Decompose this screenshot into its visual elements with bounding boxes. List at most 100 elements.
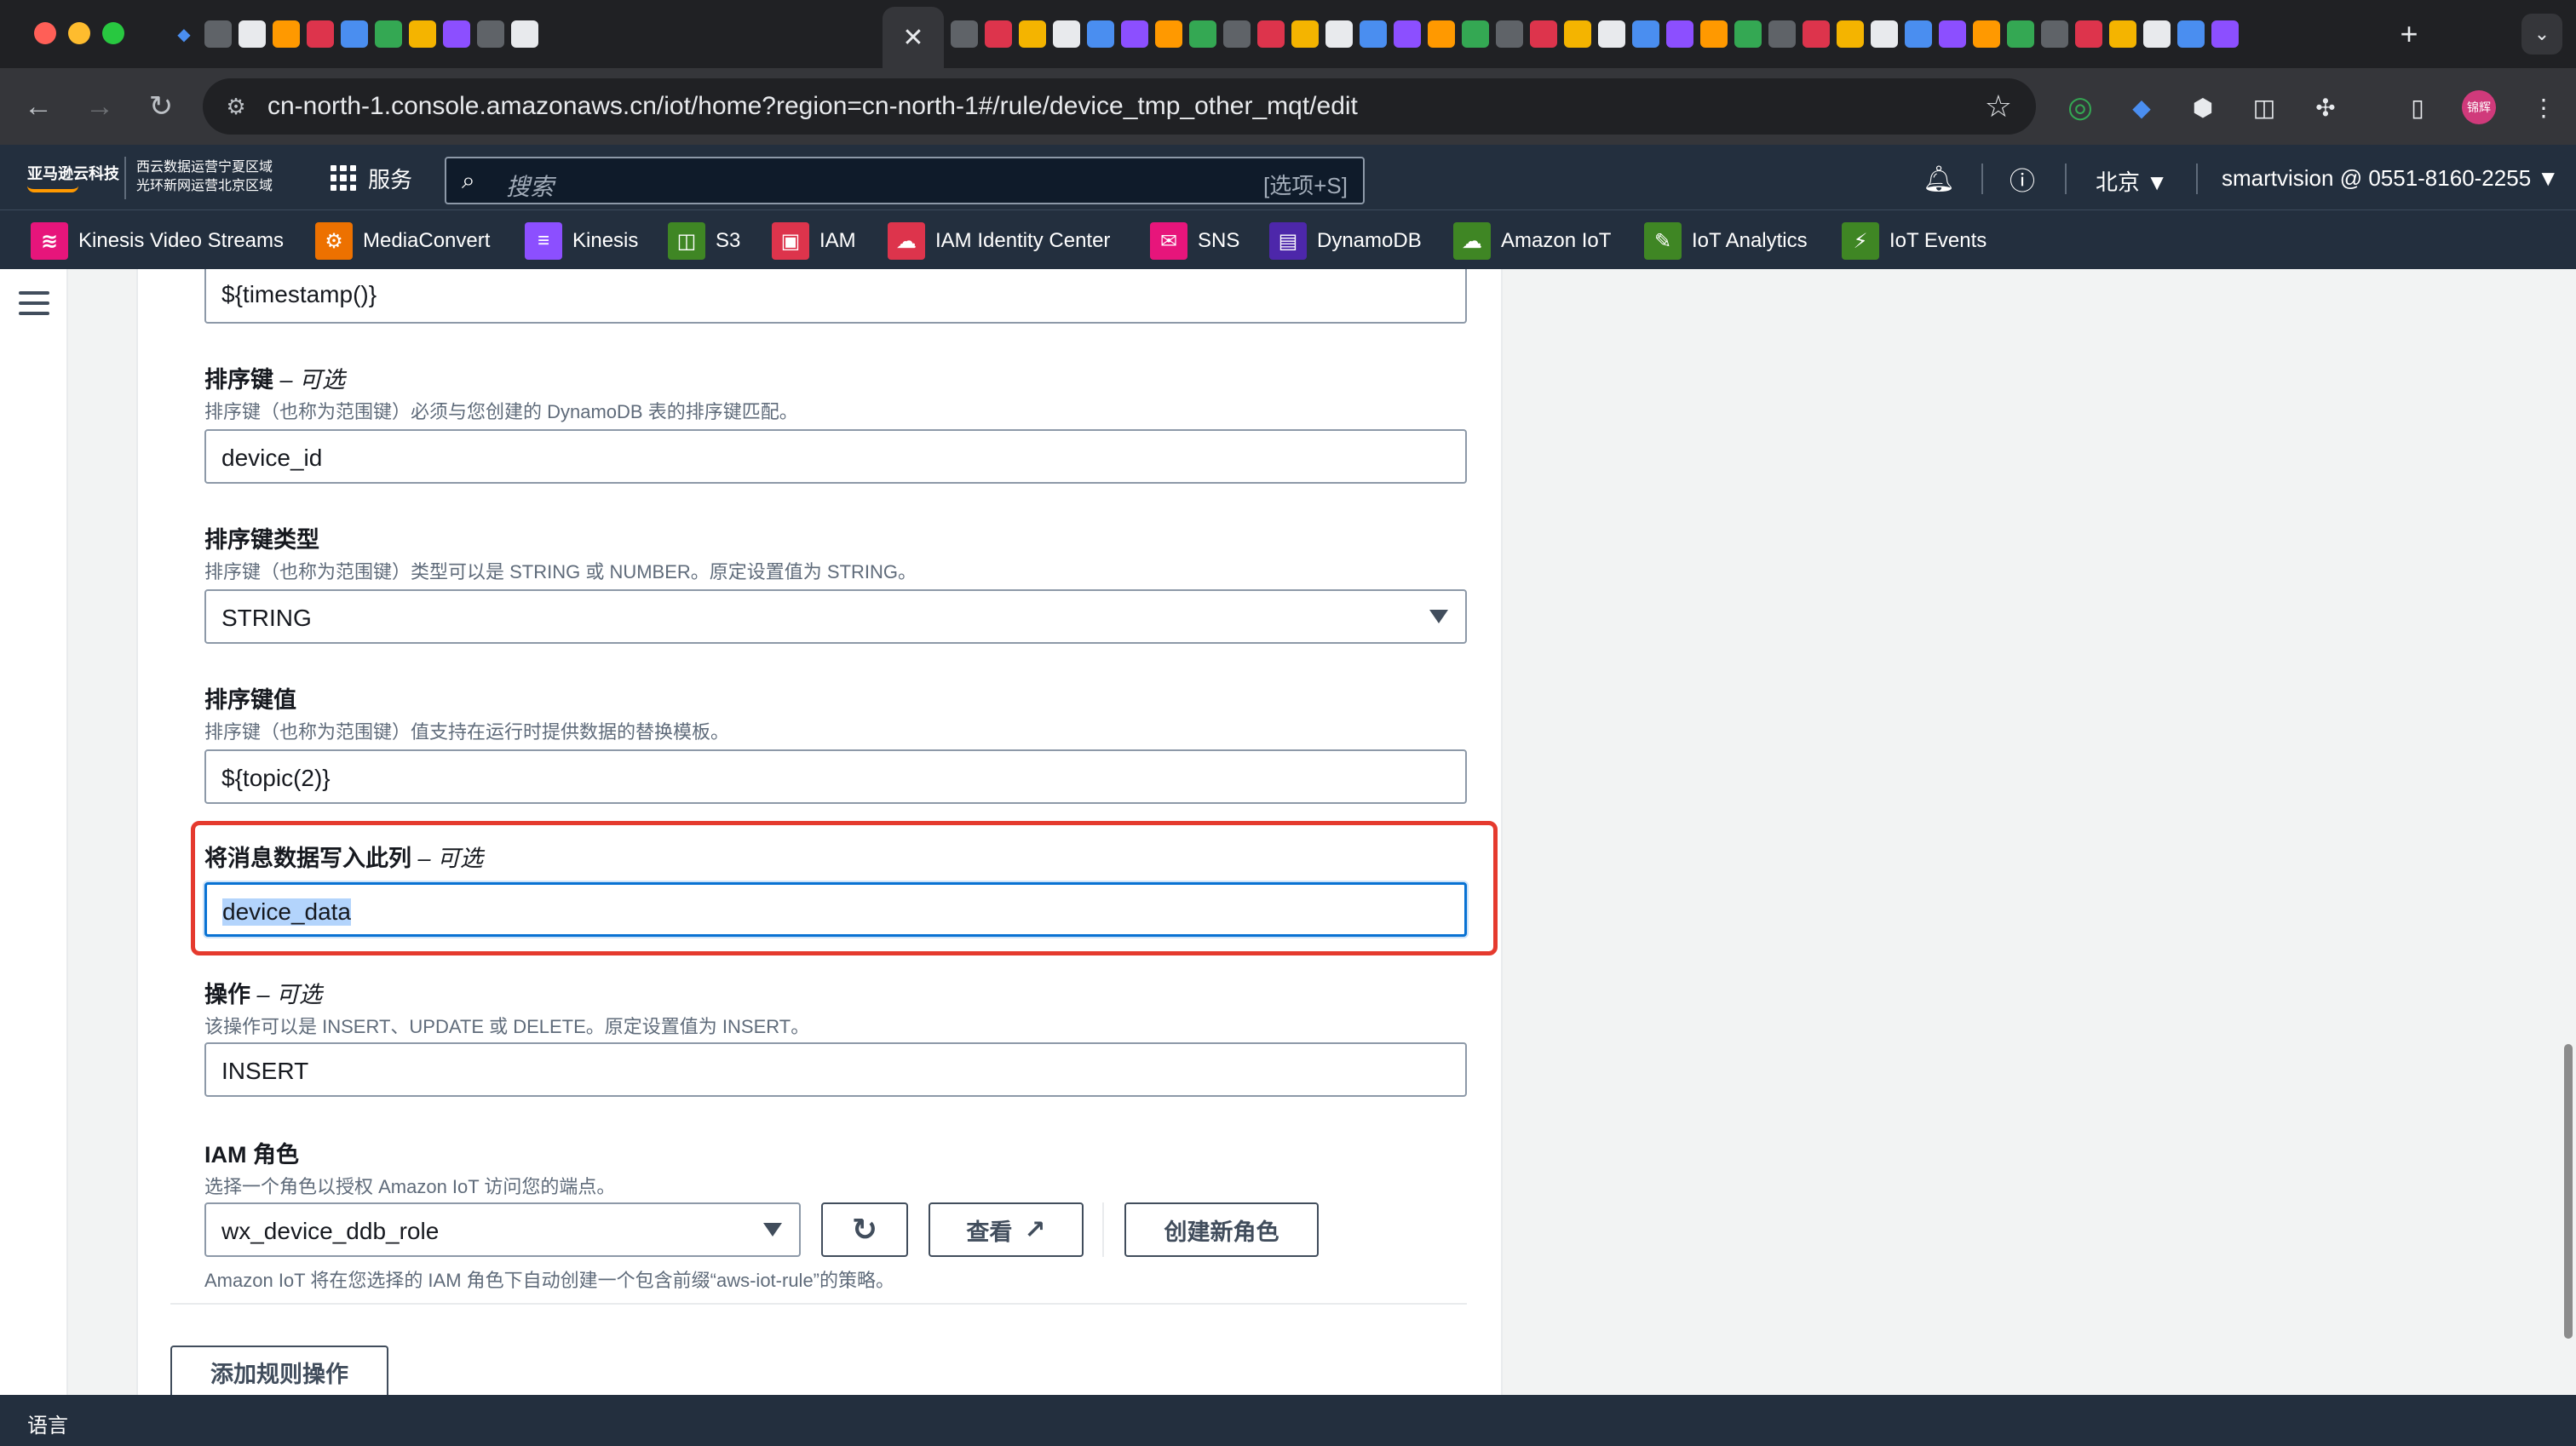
add-rule-action-button[interactable]: 添加规则操作 bbox=[170, 1346, 388, 1397]
favorite-kinesis-video-streams[interactable]: ≋ Kinesis Video Streams bbox=[31, 222, 284, 260]
aws-logo[interactable]: 亚马逊云科技 bbox=[27, 162, 119, 192]
operation-input[interactable]: INSERT bbox=[204, 1042, 1467, 1097]
extension-cube-icon[interactable]: ⬢ bbox=[2186, 90, 2220, 124]
bookmark-star-icon[interactable]: ☆ bbox=[1985, 89, 2012, 124]
account-menu[interactable]: smartvision @ 0551-8160-2255 ▼ bbox=[2222, 165, 2559, 192]
tab-favicon-icon[interactable] bbox=[2177, 20, 2205, 48]
tab-close-icon[interactable]: ✕ bbox=[902, 23, 923, 53]
profile-avatar[interactable]: 锦辉 bbox=[2462, 90, 2496, 124]
tab-favicon-icon[interactable] bbox=[307, 20, 334, 48]
tab-search-button[interactable]: ⌄ bbox=[2521, 14, 2562, 55]
tab-favicon-icon[interactable] bbox=[1530, 20, 1557, 48]
language-selector[interactable]: 语言 bbox=[27, 1409, 68, 1438]
tab-favicon-icon[interactable] bbox=[1973, 20, 2000, 48]
favorite-iot-events[interactable]: ⚡ IoT Events bbox=[1842, 222, 1987, 260]
help-icon[interactable]: ⓘ bbox=[2004, 160, 2041, 198]
tab-favicon-icon[interactable] bbox=[2143, 20, 2171, 48]
sort-key-input[interactable]: device_id bbox=[204, 429, 1467, 484]
url-text[interactable]: cn-north-1.console.amazonaws.cn/iot/home… bbox=[267, 92, 1358, 121]
tab-favicon-icon[interactable] bbox=[2109, 20, 2136, 48]
tab-favicon-icon[interactable] bbox=[477, 20, 504, 48]
tab-favicon-icon[interactable] bbox=[1632, 20, 1659, 48]
tab-favicon-icon[interactable] bbox=[1666, 20, 1693, 48]
address-bar[interactable]: ⚙ cn-north-1.console.amazonaws.cn/iot/ho… bbox=[203, 78, 2036, 135]
tab-favicon-icon[interactable] bbox=[1905, 20, 1932, 48]
create-role-button[interactable]: 创建新角色 bbox=[1124, 1202, 1319, 1257]
notifications-bell-icon[interactable]: 🔔︎ bbox=[1920, 160, 1958, 198]
favorite-sns[interactable]: ✉ SNS bbox=[1150, 222, 1239, 260]
favorite-dynamodb[interactable]: ▤ DynamoDB bbox=[1269, 222, 1422, 260]
tab-favicon-icon[interactable] bbox=[341, 20, 368, 48]
console-search-input[interactable]: ⌕ 搜索 [选项+S] bbox=[445, 157, 1365, 204]
favorite-s3[interactable]: ◫ S3 bbox=[668, 222, 740, 260]
tab-favicon-icon[interactable] bbox=[1360, 20, 1387, 48]
browser-menu-icon[interactable]: ⋮ bbox=[2527, 90, 2561, 124]
tab-favicon-icon[interactable] bbox=[1837, 20, 1864, 48]
services-menu-button[interactable]: 服务 bbox=[331, 160, 412, 196]
tab-favicon-icon[interactable] bbox=[1496, 20, 1523, 48]
tab-favicon-icon[interactable] bbox=[1939, 20, 1966, 48]
tab-favicon-icon[interactable] bbox=[1291, 20, 1319, 48]
tab-favicon-icon[interactable] bbox=[1223, 20, 1251, 48]
tab-favicon-icon[interactable] bbox=[1325, 20, 1353, 48]
window-minimize-button[interactable] bbox=[68, 22, 90, 44]
sort-key-type-select[interactable]: STRING bbox=[204, 589, 1467, 644]
tab-favicon-icon[interactable] bbox=[443, 20, 470, 48]
menu-toggle-icon[interactable] bbox=[19, 291, 49, 315]
tab-favicon-icon[interactable] bbox=[1462, 20, 1489, 48]
page-scrollbar[interactable] bbox=[2564, 1044, 2573, 1339]
active-tab[interactable]: ✕ bbox=[883, 7, 944, 68]
site-info-icon[interactable]: ⚙ bbox=[220, 90, 252, 123]
tab-favicon-icon[interactable]: ◆ bbox=[170, 20, 198, 48]
favorite-kinesis[interactable]: ≡ Kinesis bbox=[525, 222, 638, 260]
tab-favicon-icon[interactable] bbox=[1257, 20, 1285, 48]
favorite-iot-analytics[interactable]: ✎ IoT Analytics bbox=[1644, 222, 1808, 260]
tab-favicon-icon[interactable] bbox=[2075, 20, 2102, 48]
side-panel-icon[interactable]: ▯ bbox=[2401, 90, 2435, 124]
tab-favicon-icon[interactable] bbox=[951, 20, 978, 48]
tab-favicon-icon[interactable] bbox=[1053, 20, 1080, 48]
extension-circle-icon[interactable]: ◎ bbox=[2063, 90, 2097, 124]
tab-favicon-icon[interactable] bbox=[409, 20, 436, 48]
reload-icon[interactable]: ↻ bbox=[141, 87, 181, 126]
favorite-amazon-iot[interactable]: ☁ Amazon IoT bbox=[1453, 222, 1611, 260]
view-role-button[interactable]: 查看 ↗ bbox=[929, 1202, 1084, 1257]
tab-favicon-icon[interactable] bbox=[375, 20, 402, 48]
extensions-puzzle-icon[interactable]: ✣ bbox=[2309, 90, 2343, 124]
tab-favicon-icon[interactable] bbox=[1700, 20, 1728, 48]
region-selector[interactable]: 北京 ▼ bbox=[2096, 165, 2168, 197]
tab-favicon-icon[interactable] bbox=[985, 20, 1012, 48]
new-tab-button[interactable]: + bbox=[2390, 15, 2428, 53]
favorite-iam-identity-center[interactable]: ☁ IAM Identity Center bbox=[888, 222, 1110, 260]
tab-favicon-icon[interactable] bbox=[1087, 20, 1114, 48]
tab-favicon-icon[interactable] bbox=[1598, 20, 1625, 48]
partition-key-value-input[interactable]: ${timestamp()} bbox=[204, 269, 1467, 324]
tab-favicon-icon[interactable] bbox=[2041, 20, 2068, 48]
tab-favicon-icon[interactable] bbox=[1768, 20, 1796, 48]
tab-favicon-icon[interactable] bbox=[273, 20, 300, 48]
tab-favicon-icon[interactable] bbox=[2211, 20, 2239, 48]
window-zoom-button[interactable] bbox=[102, 22, 124, 44]
extension-diamond-icon[interactable]: ◆ bbox=[2125, 90, 2159, 124]
window-close-button[interactable] bbox=[34, 22, 56, 44]
sort-key-value-input[interactable]: ${topic(2)} bbox=[204, 749, 1467, 804]
tab-favicon-icon[interactable] bbox=[204, 20, 232, 48]
tab-favicon-icon[interactable] bbox=[1564, 20, 1591, 48]
favorite-iam[interactable]: ▣ IAM bbox=[772, 222, 856, 260]
tab-favicon-icon[interactable] bbox=[1189, 20, 1216, 48]
refresh-roles-button[interactable]: ↻ bbox=[821, 1202, 908, 1257]
tab-favicon-icon[interactable] bbox=[239, 20, 266, 48]
back-arrow-icon[interactable]: ← bbox=[19, 87, 58, 126]
favorite-mediaconvert[interactable]: ⚙ MediaConvert bbox=[315, 222, 490, 260]
tab-favicon-icon[interactable] bbox=[1803, 20, 1830, 48]
tab-favicon-icon[interactable] bbox=[1734, 20, 1762, 48]
tab-favicon-icon[interactable] bbox=[1155, 20, 1182, 48]
tab-favicon-icon[interactable] bbox=[1871, 20, 1898, 48]
forward-arrow-icon[interactable]: → bbox=[80, 87, 119, 126]
tab-favicon-icon[interactable] bbox=[1121, 20, 1148, 48]
tab-favicon-icon[interactable] bbox=[511, 20, 538, 48]
extension-glasses-icon[interactable]: ◫ bbox=[2247, 90, 2281, 124]
payload-column-input[interactable]: device_data bbox=[204, 882, 1467, 937]
iam-role-select[interactable]: wx_device_ddb_role bbox=[204, 1202, 801, 1257]
tab-favicon-icon[interactable] bbox=[1019, 20, 1046, 48]
